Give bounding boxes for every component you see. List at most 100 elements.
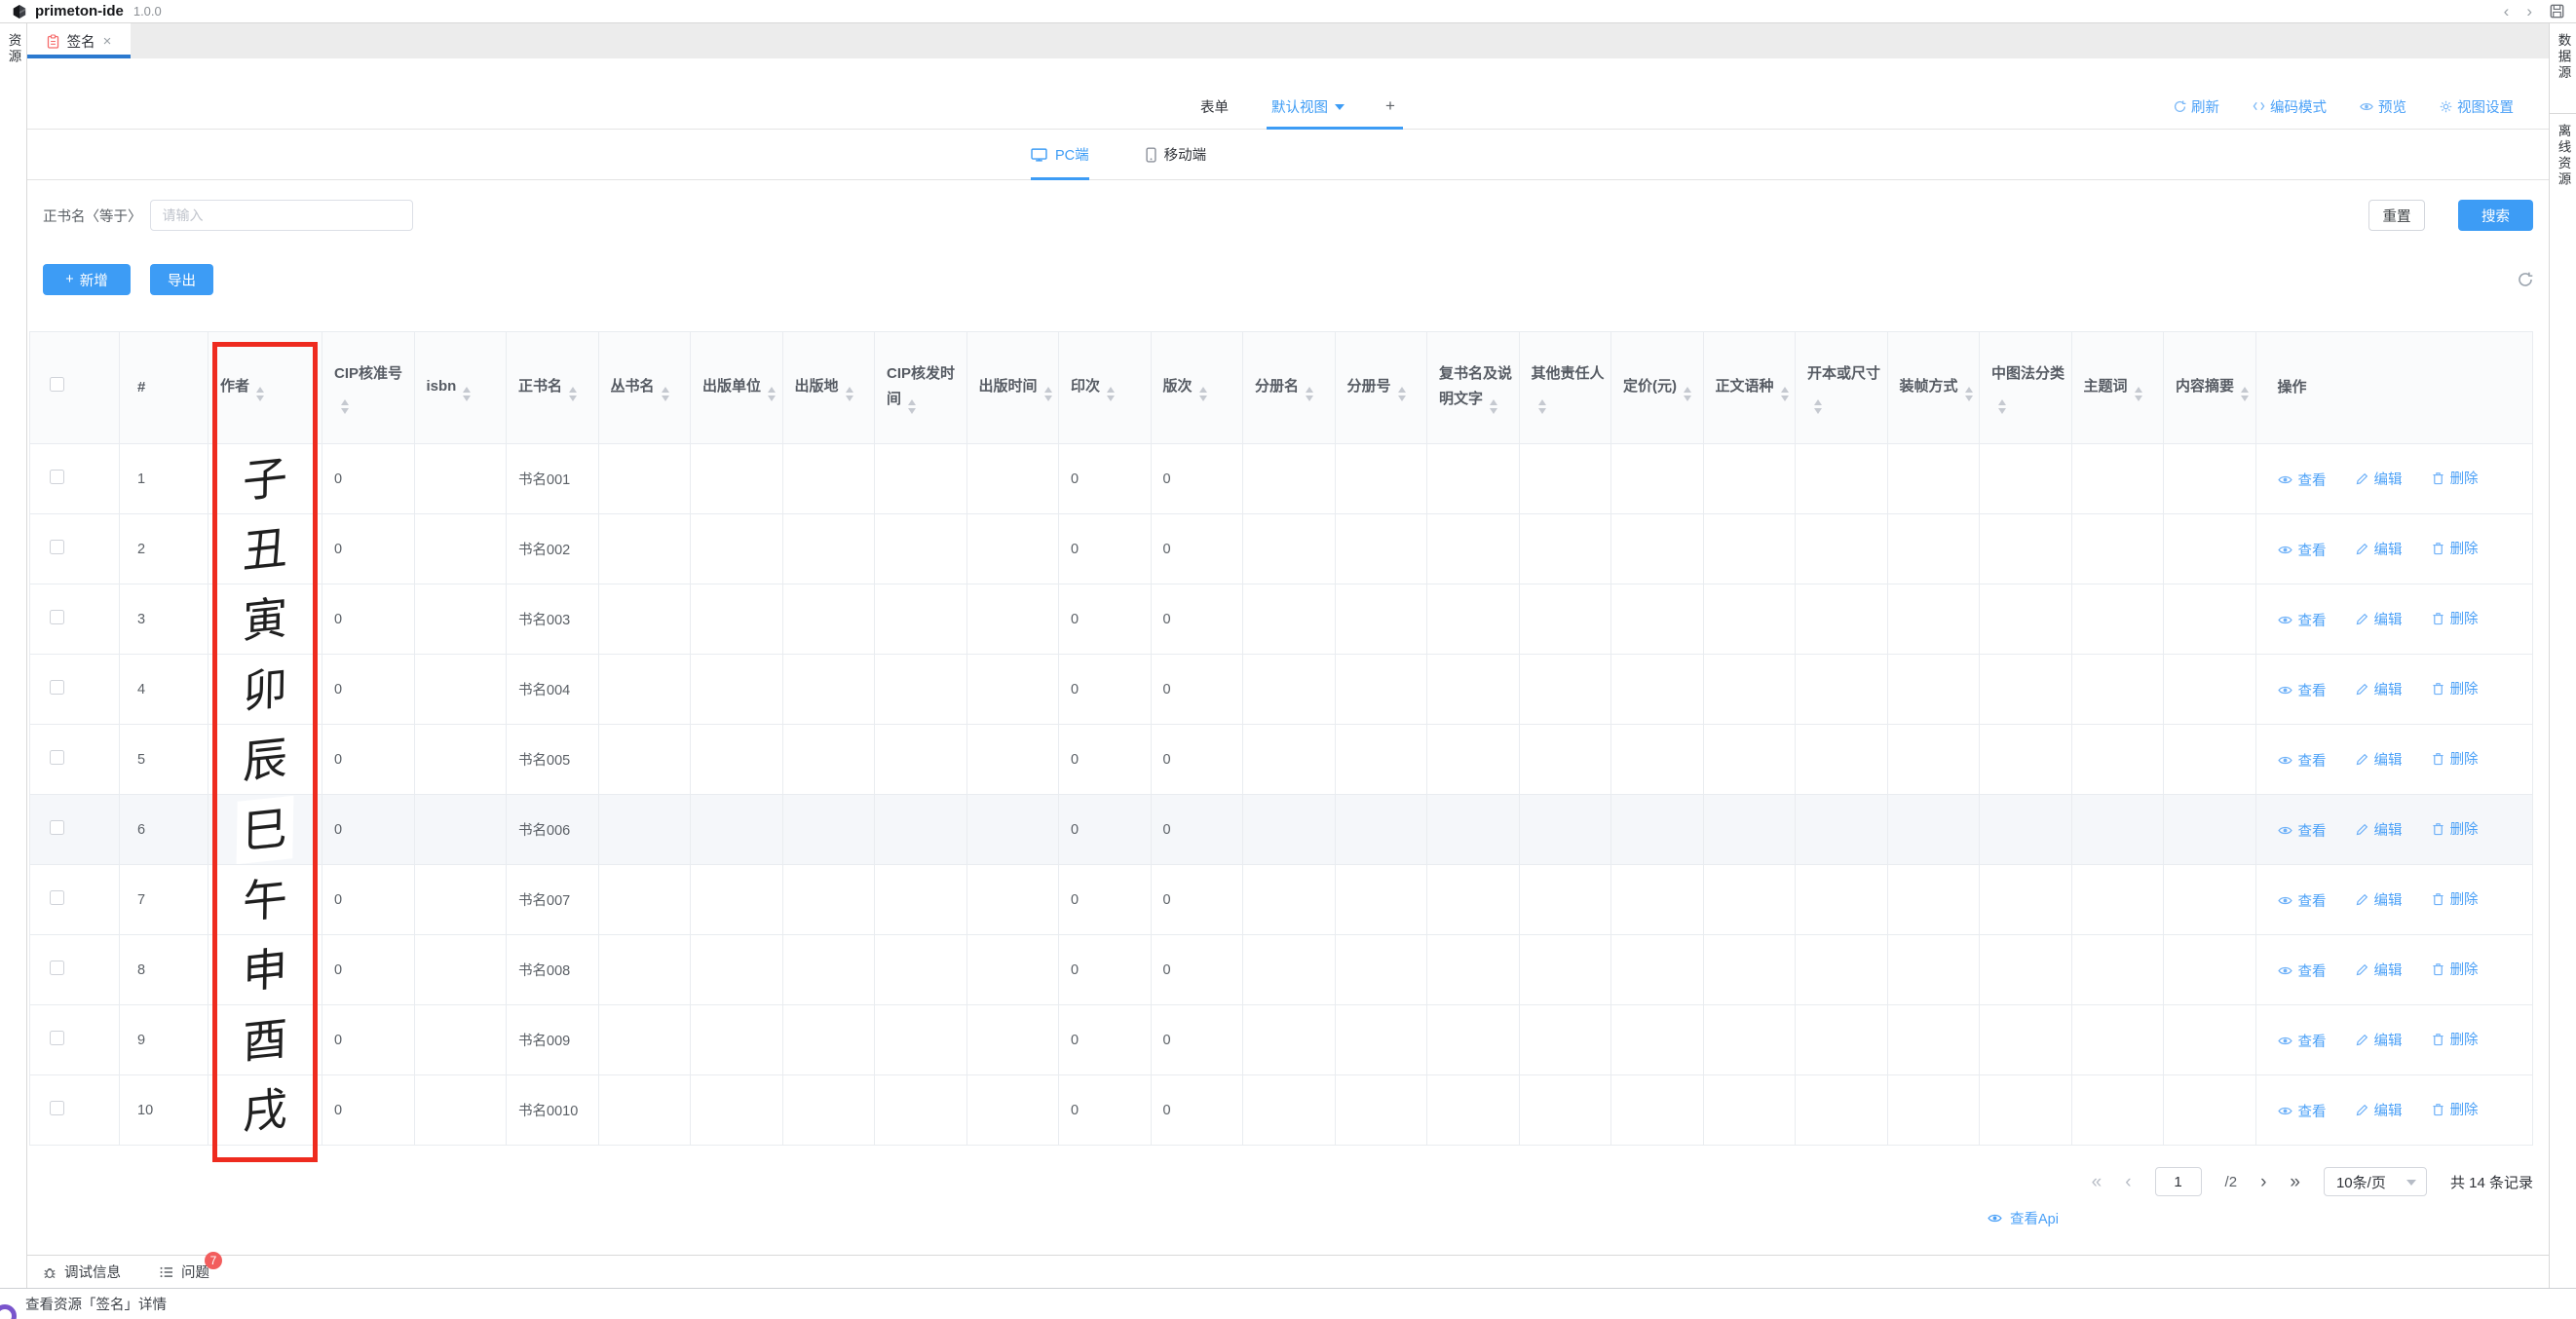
column-header[interactable]: 分册名 bbox=[1243, 332, 1336, 444]
filter-input[interactable] bbox=[150, 200, 413, 231]
delete-link[interactable]: 删除 bbox=[2432, 538, 2479, 558]
refresh-table-icon[interactable] bbox=[2518, 272, 2533, 287]
tab-form[interactable]: 表单 bbox=[1200, 96, 1229, 117]
last-page-button[interactable]: » bbox=[2290, 1173, 2300, 1191]
row-checkbox[interactable] bbox=[50, 1101, 64, 1115]
tab-pc[interactable]: PC端 bbox=[1031, 130, 1089, 179]
view-link[interactable]: 查看 bbox=[2278, 680, 2327, 700]
edit-link[interactable]: 编辑 bbox=[2356, 819, 2403, 840]
rail-item-offline-resources[interactable]: 离线资源 bbox=[2554, 124, 2573, 188]
author-signature-image: 丑 bbox=[237, 514, 294, 584]
edit-link[interactable]: 编辑 bbox=[2356, 469, 2403, 489]
column-header[interactable]: 内容摘要 bbox=[2164, 332, 2256, 444]
view-link[interactable]: 查看 bbox=[2278, 1031, 2327, 1051]
column-header[interactable]: 版次 bbox=[1151, 332, 1243, 444]
delete-link[interactable]: 删除 bbox=[2432, 468, 2479, 488]
edit-link[interactable]: 编辑 bbox=[2356, 539, 2403, 559]
close-icon[interactable]: × bbox=[103, 34, 112, 49]
column-header[interactable]: isbn bbox=[414, 332, 507, 444]
cell-cip-approval-no: 0 bbox=[322, 444, 415, 514]
column-header: # bbox=[120, 332, 208, 444]
column-header[interactable]: 装帧方式 bbox=[1887, 332, 1980, 444]
column-header[interactable]: 出版地 bbox=[782, 332, 875, 444]
delete-link[interactable]: 删除 bbox=[2432, 678, 2479, 698]
row-checkbox[interactable] bbox=[50, 750, 64, 765]
tab-mobile[interactable]: 移动端 bbox=[1146, 130, 1207, 179]
view-link[interactable]: 查看 bbox=[2278, 540, 2327, 560]
search-button[interactable]: 搜索 bbox=[2458, 200, 2533, 231]
next-page-button[interactable]: › bbox=[2260, 1173, 2266, 1191]
row-checkbox[interactable] bbox=[50, 890, 64, 905]
column-header[interactable]: 复书名及说明文字 bbox=[1427, 332, 1520, 444]
column-header[interactable]: 其他责任人 bbox=[1519, 332, 1611, 444]
view-api-link[interactable]: 查看Api bbox=[1988, 1206, 2549, 1229]
code-mode-button[interactable]: 编码模式 bbox=[2253, 96, 2327, 117]
edit-link[interactable]: 编辑 bbox=[2356, 679, 2403, 699]
row-checkbox[interactable] bbox=[50, 540, 64, 554]
row-checkbox[interactable] bbox=[50, 680, 64, 695]
select-all-checkbox[interactable] bbox=[50, 377, 64, 392]
column-header[interactable]: 正书名 bbox=[507, 332, 599, 444]
column-header[interactable]: 正文语种 bbox=[1703, 332, 1796, 444]
column-header[interactable]: 定价(元) bbox=[1611, 332, 1704, 444]
column-header[interactable]: 作者 bbox=[208, 332, 322, 444]
rail-item-resources[interactable]: 资源 bbox=[4, 33, 23, 65]
row-checkbox[interactable] bbox=[50, 961, 64, 975]
page-size-select[interactable]: 10条/页 bbox=[2324, 1167, 2427, 1196]
default-view-dropdown[interactable]: 默认视图 bbox=[1271, 96, 1345, 117]
edit-link[interactable]: 编辑 bbox=[2356, 960, 2403, 980]
page-input[interactable] bbox=[2155, 1167, 2202, 1196]
view-link[interactable]: 查看 bbox=[2278, 610, 2327, 630]
column-header[interactable]: 印次 bbox=[1059, 332, 1152, 444]
view-link[interactable]: 查看 bbox=[2278, 890, 2327, 911]
row-checkbox[interactable] bbox=[50, 610, 64, 624]
edit-link[interactable]: 编辑 bbox=[2356, 749, 2403, 770]
edit-link[interactable]: 编辑 bbox=[2356, 609, 2403, 629]
view-link[interactable]: 查看 bbox=[2278, 1101, 2327, 1121]
view-link[interactable]: 查看 bbox=[2278, 470, 2327, 490]
first-page-button[interactable]: « bbox=[2092, 1173, 2102, 1191]
column-header[interactable]: 主题词 bbox=[2071, 332, 2164, 444]
row-checkbox[interactable] bbox=[50, 820, 64, 835]
delete-link[interactable]: 删除 bbox=[2432, 1029, 2479, 1049]
view-link[interactable]: 查看 bbox=[2278, 750, 2327, 771]
preview-button[interactable]: 预览 bbox=[2360, 96, 2406, 117]
edit-link[interactable]: 编辑 bbox=[2356, 1100, 2403, 1120]
view-link[interactable]: 查看 bbox=[2278, 961, 2327, 981]
column-header[interactable]: CIP核准号 bbox=[322, 332, 415, 444]
nav-back-icon[interactable]: ‹ bbox=[2504, 3, 2510, 19]
export-button[interactable]: 导出 bbox=[150, 264, 213, 295]
rail-item-datasource[interactable]: 数据源 bbox=[2554, 33, 2573, 97]
view-link[interactable]: 查看 bbox=[2278, 820, 2327, 841]
column-header[interactable]: CIP核发时间 bbox=[875, 332, 967, 444]
tab-signature[interactable]: 签名 × bbox=[27, 23, 131, 58]
column-header[interactable]: 中图法分类 bbox=[1980, 332, 2072, 444]
cell-binding bbox=[1887, 514, 1980, 584]
refresh-button[interactable]: 刷新 bbox=[2174, 96, 2219, 117]
row-checkbox[interactable] bbox=[50, 1031, 64, 1045]
edit-link[interactable]: 编辑 bbox=[2356, 889, 2403, 910]
row-checkbox[interactable] bbox=[50, 470, 64, 484]
delete-link[interactable]: 删除 bbox=[2432, 608, 2479, 628]
view-settings-button[interactable]: 视图设置 bbox=[2440, 96, 2514, 117]
column-header[interactable]: 出版时间 bbox=[966, 332, 1059, 444]
delete-link[interactable]: 删除 bbox=[2432, 959, 2479, 979]
delete-link[interactable]: 删除 bbox=[2432, 748, 2479, 769]
nav-forward-icon[interactable]: › bbox=[2526, 3, 2532, 19]
problems-button[interactable]: 问题 7 bbox=[160, 1262, 209, 1282]
column-header[interactable]: 分册号 bbox=[1335, 332, 1427, 444]
delete-link[interactable]: 删除 bbox=[2432, 818, 2479, 839]
debug-info-button[interactable]: 调试信息 bbox=[43, 1262, 121, 1282]
delete-link[interactable]: 删除 bbox=[2432, 1099, 2479, 1119]
save-icon[interactable] bbox=[2550, 4, 2564, 19]
column-header[interactable]: 开本或尺寸 bbox=[1796, 332, 1888, 444]
reset-button[interactable]: 重置 bbox=[2368, 200, 2425, 231]
column-header[interactable]: 出版单位 bbox=[691, 332, 783, 444]
edit-link[interactable]: 编辑 bbox=[2356, 1030, 2403, 1050]
add-view-button[interactable]: + bbox=[1385, 96, 1395, 116]
column-header[interactable]: 丛书名 bbox=[598, 332, 691, 444]
trash-icon bbox=[2432, 822, 2444, 836]
delete-link[interactable]: 删除 bbox=[2432, 888, 2479, 909]
prev-page-button[interactable]: ‹ bbox=[2125, 1173, 2131, 1191]
add-button[interactable]: +新增 bbox=[43, 264, 131, 295]
